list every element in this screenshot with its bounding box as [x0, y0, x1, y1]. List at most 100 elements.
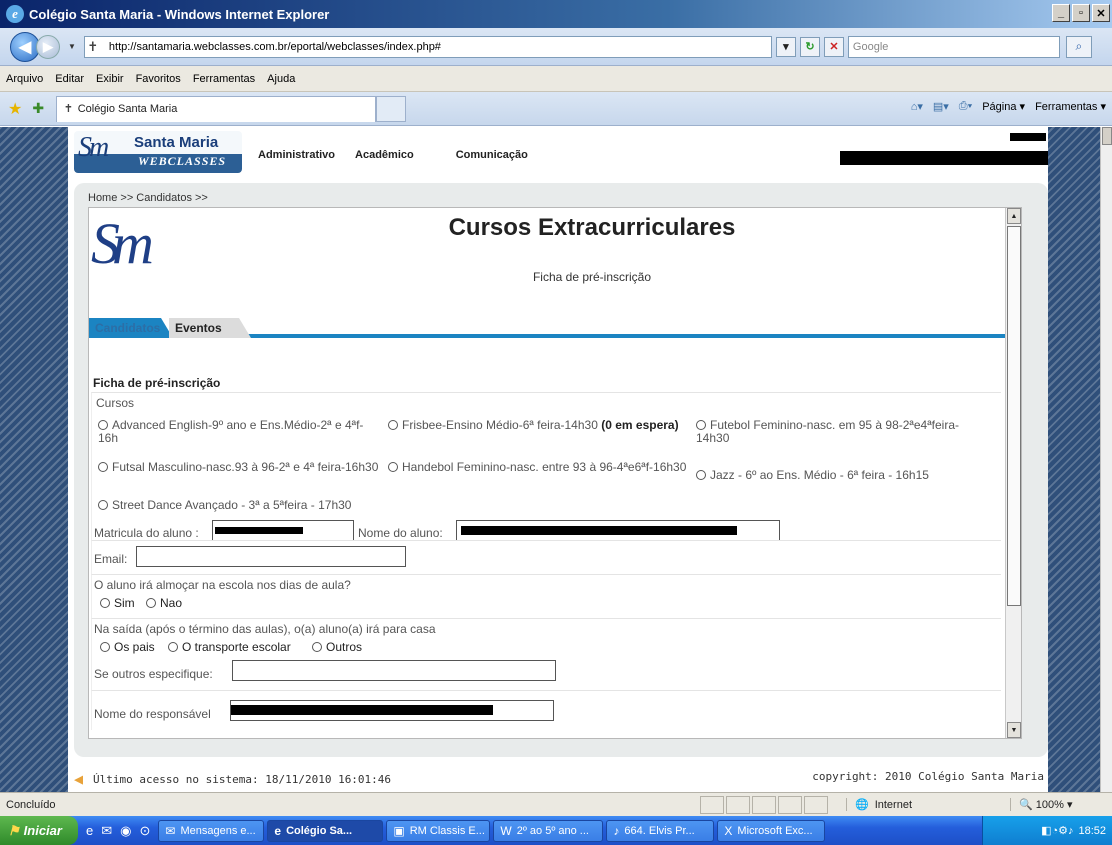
security-zone[interactable]: 🌐 Internet — [846, 798, 996, 811]
ie-icon[interactable]: e — [86, 823, 93, 839]
radio-button[interactable] — [312, 642, 322, 652]
exit-row: Na saída (após o término das aulas), o(a… — [91, 618, 1001, 690]
course-option[interactable]: Advanced English-9º ano e Ens.Médio-2ª e… — [98, 419, 378, 445]
forward-button[interactable]: ▶ — [36, 34, 60, 59]
menu-arquivo[interactable]: Arquivo — [6, 73, 43, 85]
radio-button[interactable] — [168, 642, 178, 652]
menu-favoritos[interactable]: Favoritos — [136, 73, 181, 85]
nav-administrativo[interactable]: Administrativo — [258, 149, 335, 161]
menu-exibir[interactable]: Exibir — [96, 73, 124, 85]
start-button[interactable]: ⚑ Iniciar — [0, 816, 78, 845]
site-logo[interactable]: Sm Santa Maria WEBCLASSES — [74, 131, 242, 173]
guardian-input[interactable] — [230, 700, 554, 721]
media-icon[interactable]: ⊙ — [139, 823, 150, 839]
tab-candidatos[interactable]: Candidatos — [89, 318, 173, 338]
tray-icons[interactable]: ◧◔⚙♪ — [1041, 824, 1073, 837]
course-option[interactable]: Jazz - 6º ao Ens. Médio - 6ª feira - 16h… — [696, 469, 996, 482]
lunch-nao-option[interactable]: Nao — [146, 597, 182, 610]
address-dropdown-button[interactable]: ▾ — [775, 36, 796, 57]
form-scrollbar[interactable]: ▲ ▼ — [1005, 208, 1021, 738]
exit-transporte-option[interactable]: O transporte escolar — [168, 641, 291, 654]
course-option[interactable]: Street Dance Avançado - 3ª a 5ªfeira - 1… — [98, 499, 418, 512]
radio-button[interactable] — [98, 420, 108, 430]
menu-ajuda[interactable]: Ajuda — [267, 73, 295, 85]
scroll-down-arrow[interactable]: ▼ — [1007, 722, 1021, 738]
page-scroll-thumb[interactable] — [1102, 127, 1112, 145]
radio-button[interactable] — [100, 642, 110, 652]
logo-webclasses: WEBCLASSES — [138, 154, 227, 168]
search-input[interactable]: Google — [847, 35, 1060, 58]
tab-candidatos-label: Candidatos — [95, 321, 161, 335]
redacted-value — [215, 527, 303, 534]
stop-button[interactable]: ✕ — [823, 36, 844, 57]
tab-eventos-label: Eventos — [175, 321, 222, 335]
favorites-star-icon[interactable]: ★ — [8, 99, 22, 119]
clock: 18:52 — [1078, 824, 1106, 837]
radio-button[interactable] — [388, 420, 398, 430]
system-tray: ◧◔⚙♪ 18:52 — [982, 816, 1112, 845]
top-nav: Administrativo Acadêmico Comunicação — [258, 149, 548, 161]
task-word-doc[interactable]: W 2º ao 5º ano ... — [493, 819, 604, 842]
refresh-button[interactable]: ↻ — [799, 36, 820, 57]
scroll-up-arrow[interactable]: ▲ — [1007, 208, 1021, 224]
add-favorite-icon[interactable]: ✚ — [32, 100, 44, 117]
nome-aluno-input[interactable] — [456, 520, 780, 541]
task-elvis[interactable]: ♪ 664. Elvis Pr... — [606, 819, 715, 842]
option-label: Sim — [114, 596, 135, 610]
new-tab-button[interactable] — [376, 95, 407, 122]
address-input[interactable]: 🕇 http://santamaria.webclasses.com.br/ep… — [83, 35, 772, 58]
guardian-row: Nome do responsável — [91, 690, 1001, 730]
task-mensagens[interactable]: ✉ Mensagens e... — [158, 819, 265, 842]
menu-editar[interactable]: Editar — [55, 73, 84, 85]
menu-ferramentas[interactable]: Ferramentas — [193, 73, 255, 85]
radio-button[interactable] — [146, 598, 156, 608]
browser-icon[interactable]: ◉ — [120, 823, 131, 839]
scroll-thumb[interactable] — [1007, 226, 1021, 606]
course-option[interactable]: Frisbee-Ensino Médio-6ª feira-14h30 (0 e… — [388, 419, 688, 432]
feeds-icon[interactable]: ▤▾ — [933, 100, 949, 113]
minimize-button[interactable]: _ — [1052, 4, 1070, 22]
option-label: Os pais — [114, 640, 155, 654]
radio-button[interactable] — [98, 462, 108, 472]
nav-comunicacao[interactable]: Comunicação — [456, 149, 528, 161]
tab-colegio-santa-maria[interactable]: 🕇 Colégio Santa Maria — [56, 95, 377, 122]
exit-pais-option[interactable]: Os pais — [100, 641, 155, 654]
task-excel[interactable]: X Microsoft Exc... — [717, 819, 826, 842]
radio-button[interactable] — [98, 500, 108, 510]
page-menu[interactable]: Página ▾ — [982, 100, 1025, 113]
radio-button[interactable] — [696, 470, 706, 480]
course-option[interactable]: Futebol Feminino-nasc. em 95 à 98-2ªe4ªf… — [696, 419, 986, 445]
matricula-input[interactable] — [212, 520, 354, 541]
radio-button[interactable] — [388, 462, 398, 472]
tab-favicon-icon: 🕇 — [65, 102, 72, 115]
mail-icon[interactable]: ✉ — [101, 823, 112, 839]
course-option[interactable]: Handebol Feminino-nasc. entre 93 à 96-4ª… — [388, 461, 698, 474]
exit-outros-option[interactable]: Outros — [312, 641, 362, 654]
radio-button[interactable] — [100, 598, 110, 608]
print-icon[interactable]: ⎙▾ — [959, 100, 972, 113]
page-scrollbar[interactable] — [1100, 127, 1112, 792]
lunch-sim-option[interactable]: Sim — [100, 597, 135, 610]
task-colegio[interactable]: e Colégio Sa... — [267, 819, 384, 842]
email-input[interactable] — [136, 546, 406, 567]
home-icon[interactable]: ⌂▾ — [911, 100, 923, 113]
course-option[interactable]: Futsal Masculino-nasc.93 à 96-2ª e 4ª fe… — [98, 461, 388, 474]
email-row: Email: — [91, 540, 1001, 574]
other-specify-input[interactable] — [232, 660, 556, 681]
tab-eventos[interactable]: Eventos — [169, 318, 251, 338]
radio-button[interactable] — [696, 420, 706, 430]
breadcrumb[interactable]: Home >> Candidatos >> — [88, 192, 208, 204]
redacted-value — [461, 526, 737, 535]
zoom-level[interactable]: 🔍 100% ▾ — [1010, 798, 1072, 811]
status-cell — [700, 795, 724, 814]
course-label: Futebol Feminino-nasc. em 95 à 98-2ªe4ªf… — [696, 418, 960, 445]
zoom-text: 100% — [1035, 799, 1064, 811]
history-dropdown[interactable]: ▼ — [68, 42, 76, 51]
search-icon[interactable]: ⌕ — [1065, 35, 1092, 58]
maximize-button[interactable]: ▫ — [1072, 4, 1090, 22]
nav-academico[interactable]: Acadêmico — [355, 149, 414, 161]
close-button[interactable]: ✕ — [1092, 4, 1110, 22]
tools-menu[interactable]: Ferramentas ▾ — [1035, 100, 1106, 113]
windows-flag-icon: ⚑ — [8, 822, 20, 838]
task-rm-classis[interactable]: ▣ RM Classis E... — [386, 819, 491, 842]
